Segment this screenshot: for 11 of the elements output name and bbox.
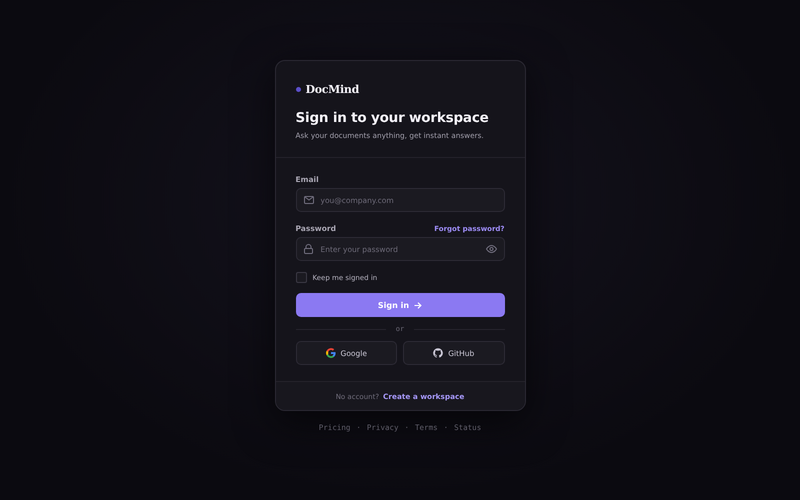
eye-icon[interactable] (486, 245, 496, 253)
logo-dot-icon (296, 87, 300, 92)
keep-signed-in-checkbox[interactable] (296, 272, 306, 283)
page-heading: Sign in to your workspace (296, 110, 490, 126)
lock-icon (304, 244, 312, 254)
github-icon (433, 348, 444, 358)
google-icon (326, 348, 336, 358)
mail-icon (304, 196, 314, 204)
sign-in-button[interactable]: Sign in (296, 293, 504, 317)
brand-name: DocMind (306, 83, 360, 96)
arrow-right-icon (414, 302, 422, 308)
